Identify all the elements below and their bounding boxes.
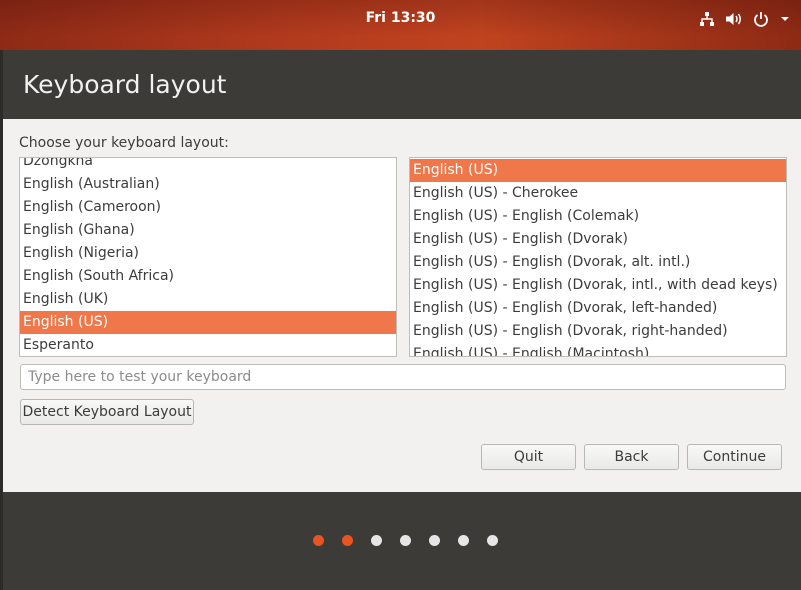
window-header: Keyboard layout (3, 50, 801, 119)
progress-dot (371, 535, 382, 546)
progress-dot (429, 535, 440, 546)
clock[interactable]: Fri 13:30 (0, 10, 801, 26)
variant-item-selected[interactable]: English (US) (410, 159, 786, 182)
installer-footer (3, 492, 801, 590)
power-icon[interactable] (752, 10, 770, 28)
progress-dot (487, 535, 498, 546)
variant-item[interactable]: English (US) - English (Colemak) (410, 205, 786, 228)
volume-icon[interactable] (725, 10, 743, 28)
layout-item[interactable]: English (UK) (20, 288, 396, 311)
layout-item[interactable]: Esperanto (20, 334, 396, 356)
variant-list[interactable]: English (US) English (US) - Cherokee Eng… (409, 157, 787, 357)
page-title: Keyboard layout (23, 70, 227, 99)
layout-item[interactable]: Dzongkha (20, 158, 396, 173)
top-bar: Fri 13:30 (0, 0, 801, 50)
chevron-down-icon[interactable] (779, 10, 791, 28)
keyboard-test-input[interactable] (20, 364, 786, 390)
variant-item[interactable]: English (US) - English (Dvorak, right-ha… (410, 320, 786, 343)
network-icon[interactable] (698, 10, 716, 28)
layout-item[interactable]: English (South Africa) (20, 265, 396, 288)
layout-item[interactable]: English (Cameroon) (20, 196, 396, 219)
back-button[interactable]: Back (584, 444, 679, 470)
continue-button[interactable]: Continue (687, 444, 782, 470)
progress-dot-completed (313, 535, 324, 546)
quit-button[interactable]: Quit (481, 444, 576, 470)
variant-item[interactable]: English (US) - English (Dvorak, left-han… (410, 297, 786, 320)
variant-item[interactable]: English (US) - Cherokee (410, 182, 786, 205)
content-area: Choose your keyboard layout: Dzongkha En… (3, 119, 801, 492)
layout-item[interactable]: English (Nigeria) (20, 242, 396, 265)
progress-dot-completed (342, 535, 353, 546)
layout-item[interactable]: English (Australian) (20, 173, 396, 196)
variant-item[interactable]: English (US) - English (Dvorak, intl., w… (410, 274, 786, 297)
system-tray[interactable] (698, 9, 791, 29)
progress-dots (313, 535, 498, 546)
layout-item-selected[interactable]: English (US) (20, 311, 396, 334)
variant-item[interactable]: English (US) - English (Dvorak, alt. int… (410, 251, 786, 274)
progress-dot (458, 535, 469, 546)
progress-dot (400, 535, 411, 546)
layout-item[interactable]: English (Ghana) (20, 219, 396, 242)
layout-list[interactable]: Dzongkha English (Australian) English (C… (19, 157, 397, 357)
layout-prompt: Choose your keyboard layout: (19, 135, 229, 151)
variant-item[interactable]: English (US) - English (Macintosh) (410, 343, 786, 356)
detect-layout-button[interactable]: Detect Keyboard Layout (20, 399, 194, 425)
variant-item[interactable]: English (US) - English (Dvorak) (410, 228, 786, 251)
